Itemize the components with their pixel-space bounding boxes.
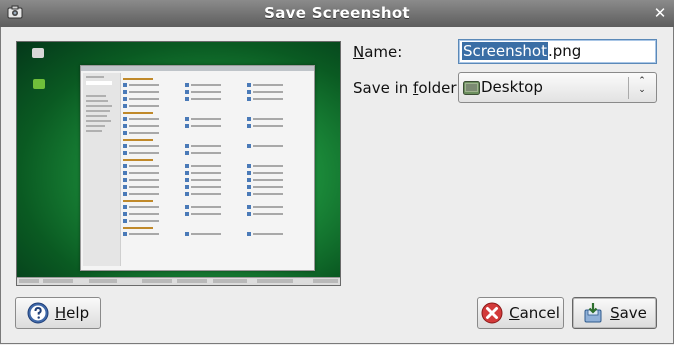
save-icon [584,303,602,323]
cancel-button[interactable]: Cancel [477,297,564,329]
save-button-label: Save [610,304,647,322]
save-folder-combo[interactable]: Desktop ⌃ ⌄ [458,72,657,103]
preview-trash-icon [33,79,45,89]
screenshot-preview [16,41,341,286]
name-label: Name: [353,43,403,61]
cancel-icon [481,302,503,324]
save-folder-value: Desktop [481,78,543,96]
help-button[interactable]: Help [15,297,101,329]
title-bar: Save Screenshot ✕ [0,0,674,28]
chevron-up-down-icon: ⌃ ⌄ [638,76,646,95]
preview-computer-icon [32,48,44,58]
preview-taskbar [17,277,340,285]
desktop-folder-icon [463,81,480,95]
preview-control-center-window [80,65,315,271]
close-icon[interactable]: ✕ [652,5,668,21]
filename-input[interactable]: Screenshot.png [458,39,657,64]
filename-extension-text: .png [547,42,582,60]
save-in-folder-label: Save in folder: [353,79,462,97]
cancel-button-label: Cancel [509,304,560,322]
save-button[interactable]: Save [572,297,657,329]
filename-selected-text: Screenshot [462,42,548,60]
help-icon [27,302,49,324]
help-button-label: Help [54,304,90,322]
window-title: Save Screenshot [264,4,410,22]
